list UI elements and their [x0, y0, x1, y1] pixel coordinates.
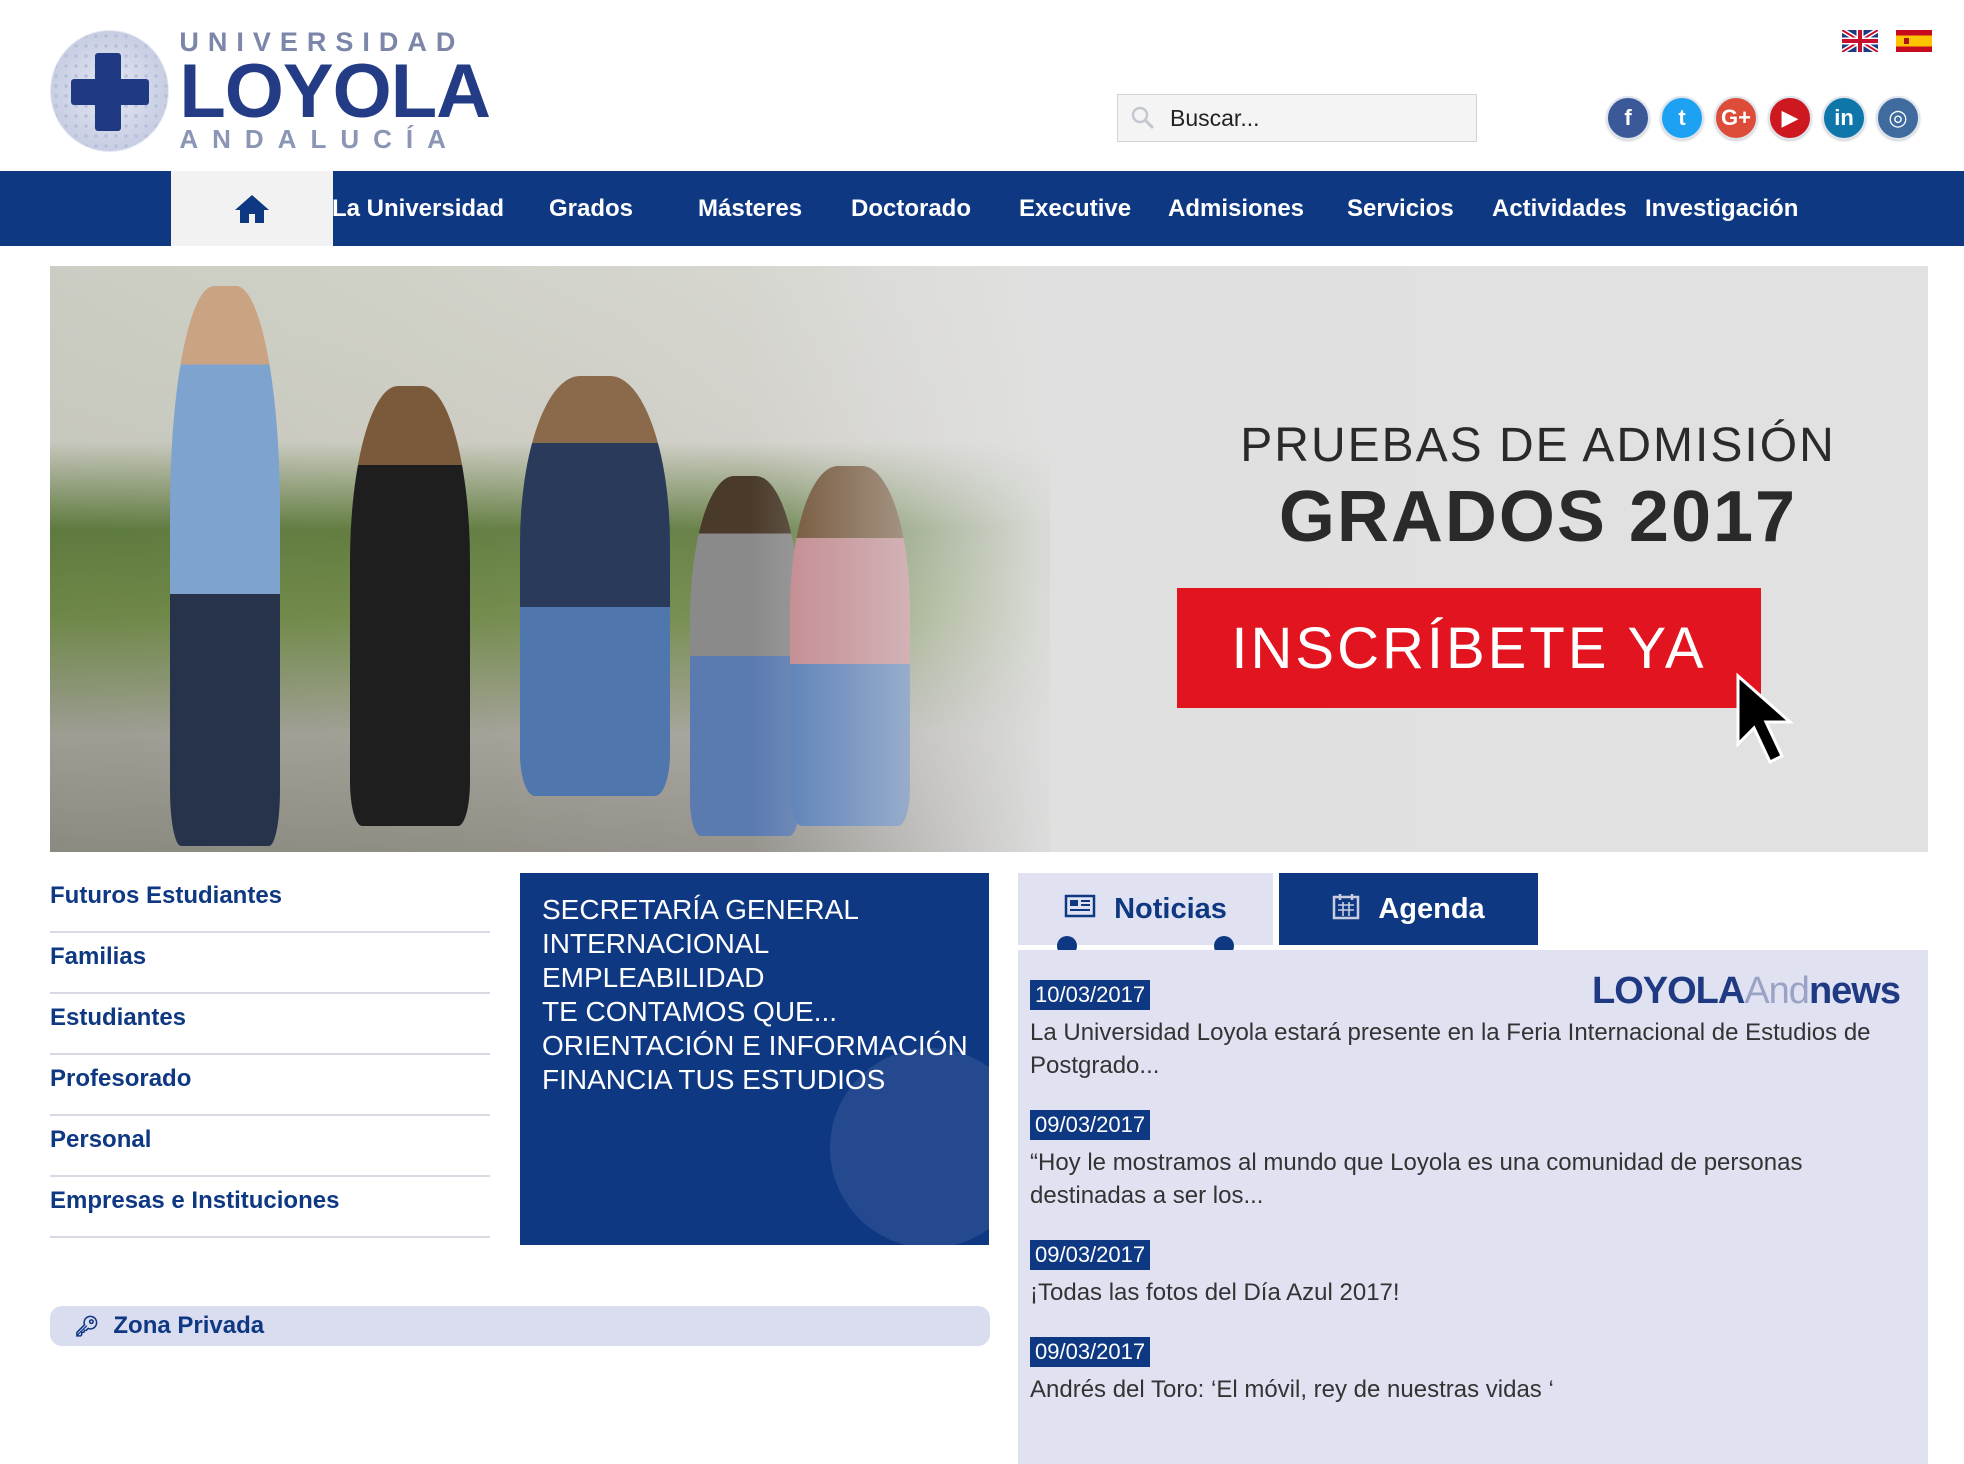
news-date: 09/03/2017: [1030, 1337, 1151, 1367]
home-icon: [235, 194, 269, 223]
spanish-flag-icon[interactable]: [1896, 30, 1932, 52]
search-input[interactable]: [1170, 104, 1470, 132]
audience-link-estudiantes[interactable]: Estudiantes: [50, 994, 490, 1055]
quick-links-panel: SECRETARÍA GENERAL INTERNACIONAL EMPLEAB…: [520, 873, 989, 1245]
tab-agenda[interactable]: Agenda: [1279, 873, 1538, 945]
search-icon: [1130, 103, 1160, 133]
banner-title: PRUEBAS DE ADMISIÓN: [1240, 419, 1836, 472]
audience-menu: Futuros Estudiantes Familias Estudiantes…: [50, 872, 490, 1238]
audience-link-familias[interactable]: Familias: [50, 933, 490, 994]
nav-masteres[interactable]: Másteres: [698, 171, 802, 246]
youtube-icon[interactable]: ▶: [1768, 96, 1812, 140]
audience-link-personal[interactable]: Personal: [50, 1116, 490, 1177]
news-headline: La Universidad Loyola estará presente en…: [1030, 1019, 1871, 1079]
tab-noticias-label: Noticias: [1114, 892, 1227, 925]
search-box: [1117, 94, 1477, 142]
english-flag-icon[interactable]: [1842, 30, 1878, 52]
nav-investigacion[interactable]: Investigación: [1645, 171, 1798, 246]
facebook-icon[interactable]: f: [1606, 96, 1650, 140]
news-item[interactable]: 09/03/2017 Andrés del Toro: ‘El móvil, r…: [1030, 1337, 1928, 1406]
university-logo[interactable]: UNIVERSIDAD LOYOLA ANDALUCÍA: [50, 28, 491, 154]
audience-link-profesorado[interactable]: Profesorado: [50, 1055, 490, 1116]
tab-noticias[interactable]: Noticias: [1018, 873, 1273, 945]
news-date: 09/03/2017: [1030, 1240, 1151, 1270]
twitter-icon[interactable]: t: [1660, 96, 1704, 140]
language-switcher: [1842, 30, 1932, 52]
quick-link-te-contamos[interactable]: TE CONTAMOS QUE...: [542, 995, 989, 1029]
tab-agenda-label: Agenda: [1378, 892, 1485, 925]
site-header: UNIVERSIDAD LOYOLA ANDALUCÍA ftG+▶in◎: [0, 0, 1964, 171]
mouse-cursor-icon: [1736, 672, 1794, 765]
news-item[interactable]: 09/03/2017 ¡Todas las fotos del Día Azul…: [1030, 1240, 1928, 1309]
newspaper-icon: [1064, 894, 1096, 925]
enroll-now-button[interactable]: INSCRÍBETE YA: [1177, 588, 1761, 708]
instagram-icon[interactable]: ◎: [1876, 96, 1920, 140]
key-icon: 🔑︎: [74, 1315, 100, 1338]
audience-link-empresas[interactable]: Empresas e Instituciones: [50, 1177, 490, 1238]
audience-link-futuros-estudiantes[interactable]: Futuros Estudiantes: [50, 872, 490, 933]
nav-actividades[interactable]: Actividades: [1492, 171, 1627, 246]
quick-link-empleabilidad[interactable]: EMPLEABILIDAD: [542, 961, 989, 995]
nav-la-universidad[interactable]: La Universidad: [332, 171, 504, 246]
news-panel: LOYOLAAndnews 10/03/2017 La Universidad …: [1018, 950, 1928, 1464]
news-headline: Andrés del Toro: ‘El móvil, rey de nuest…: [1030, 1376, 1554, 1403]
nav-executive[interactable]: Executive: [1019, 171, 1131, 246]
private-zone-label: Zona Privada: [113, 1312, 265, 1339]
globe-logo-icon: [50, 29, 170, 152]
linkedin-icon[interactable]: in: [1822, 96, 1866, 140]
nav-admisiones[interactable]: Admisiones: [1168, 171, 1304, 246]
main-navigation: La Universidad Grados Másteres Doctorado…: [0, 171, 1964, 246]
news-date: 10/03/2017: [1030, 980, 1151, 1010]
banner-subtitle: GRADOS 2017: [1278, 477, 1798, 557]
logo-main-text: LOYOLA: [179, 49, 491, 134]
logo-bottom-text: ANDALUCÍA: [179, 124, 460, 154]
social-links: f t G+ ▶ in ◎: [1606, 96, 1920, 140]
private-zone-button[interactable]: 🔑︎ Zona Privada: [50, 1306, 990, 1346]
home-button[interactable]: [171, 171, 333, 246]
nav-grados[interactable]: Grados: [549, 171, 633, 246]
loyola-and-news-logo: LOYOLAAndnews: [1592, 970, 1901, 1012]
calendar-icon: [1332, 892, 1360, 927]
news-headline: ¡Todas las fotos del Día Azul 2017!: [1030, 1279, 1400, 1306]
quick-link-secretaria[interactable]: SECRETARÍA GENERAL: [542, 893, 989, 927]
nav-servicios[interactable]: Servicios: [1347, 171, 1454, 246]
google-plus-icon[interactable]: G+: [1714, 96, 1758, 140]
nav-doctorado[interactable]: Doctorado: [851, 171, 971, 246]
news-date: 09/03/2017: [1030, 1110, 1151, 1140]
news-tabs: Noticias Agenda: [1018, 873, 1928, 956]
news-headline: “Hoy le mostramos al mundo que Loyola es…: [1030, 1149, 1803, 1209]
quick-link-internacional[interactable]: INTERNACIONAL: [542, 927, 989, 961]
news-item[interactable]: 09/03/2017 “Hoy le mostramos al mundo qu…: [1030, 1110, 1928, 1212]
admission-banner[interactable]: PRUEBAS DE ADMISIÓN GRADOS 2017 INSCRÍBE…: [50, 266, 1928, 852]
